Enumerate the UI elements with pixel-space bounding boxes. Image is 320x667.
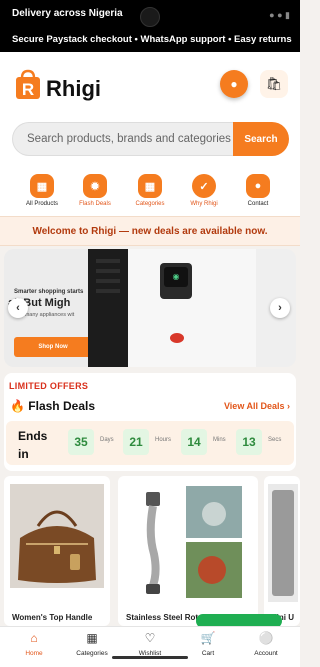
contact-icon: ● xyxy=(246,174,270,198)
delivery-text: Delivery across Nigeria xyxy=(12,8,123,19)
lightning-icon: ✹ xyxy=(83,174,107,198)
product-row: Women's Top Handle Stainless Steel Rotat… xyxy=(0,476,300,626)
nav-categories[interactable]: ▦ Categories xyxy=(62,631,122,657)
product-card[interactable]: Mini U xyxy=(264,476,300,626)
search-bar: Search products, brands and categories S… xyxy=(0,116,300,164)
bottom-navigation: ⌂ Home ▦ Categories ♡ Wishlist 🛒 Cart ⚪ … xyxy=(0,626,300,667)
faucet-extender-image xyxy=(124,484,252,602)
chevron-right-icon: › xyxy=(278,302,282,314)
nav-label: Account xyxy=(254,650,278,657)
chevron-left-icon: ‹ xyxy=(16,302,20,314)
smart-device-image: ◉ xyxy=(160,263,192,299)
quicknav-why-rhigi[interactable]: ✓ Why Rhigi xyxy=(179,174,229,207)
product-image xyxy=(268,484,298,602)
countdown-unit: Days xyxy=(100,437,114,443)
carousel-prev-button[interactable]: ‹ xyxy=(8,298,28,318)
product-card[interactable]: Women's Top Handle xyxy=(4,476,110,626)
trust-text: Secure Paystack checkout • WhatsApp supp… xyxy=(12,34,292,45)
countdown-hours: 21 xyxy=(123,429,149,455)
grid-icon: ▦ xyxy=(86,631,98,645)
quicknav-flash-deals[interactable]: ✹ Flash Deals xyxy=(70,174,120,207)
camera-cutout xyxy=(140,7,160,27)
countdown-days: 35 xyxy=(68,429,94,455)
countdown-unit: Secs xyxy=(268,437,282,443)
shopping-bag-button[interactable]: 🛍 xyxy=(260,70,288,98)
announcement-bar: Delivery across Nigeria ● ● ▮ Secure Pay… xyxy=(0,0,300,52)
account-button[interactable]: ● xyxy=(220,70,248,98)
handbag-image xyxy=(10,484,104,588)
view-all-deals-link[interactable]: View All Deals › xyxy=(224,401,290,411)
flash-deals-title: 🔥 Flash Deals xyxy=(10,399,95,413)
quicknav-all-products[interactable]: ▦ All Products xyxy=(17,174,67,207)
heart-icon: ♡ xyxy=(144,631,156,645)
home-indicator xyxy=(112,656,188,659)
search-button[interactable]: Search xyxy=(233,122,289,156)
quicknav-contact[interactable]: ● Contact xyxy=(233,174,283,207)
carousel-eyebrow: Smarter shopping starts xyxy=(14,289,84,295)
quick-nav: ▦ All Products ✹ Flash Deals ▦ Categorie… xyxy=(0,164,300,216)
shopping-bag-icon: 🛍 xyxy=(265,76,283,91)
quicknav-label: Why Rhigi xyxy=(190,201,218,207)
welcome-banner: Welcome to Rhigi — new deals are availab… xyxy=(0,216,300,246)
account-icon: ⚪ xyxy=(258,631,274,645)
quicknav-label: Contact xyxy=(247,201,269,207)
flash-deals-section: LIMITED OFFERS 🔥 Flash Deals View All De… xyxy=(4,373,296,471)
quicknav-categories[interactable]: ▦ Categories xyxy=(125,174,175,207)
hero-carousel[interactable]: Smarter shopping starts all But Migh ter… xyxy=(4,249,296,367)
product-card[interactable]: Stainless Steel Rotati xyxy=(118,476,258,626)
brand-name[interactable]: Rhigi xyxy=(46,76,101,102)
quicknav-label: Flash Deals xyxy=(79,201,111,207)
appliance-image: ◉ xyxy=(128,249,256,367)
ends-in-label: Ends in xyxy=(18,429,48,461)
shop-now-button[interactable]: Shop Now xyxy=(14,337,92,357)
nav-cart[interactable]: 🛒 Cart xyxy=(178,631,238,657)
home-icon: ⌂ xyxy=(30,631,38,645)
fire-icon: 🔥 xyxy=(10,399,25,413)
countdown-unit: Mins xyxy=(213,437,226,443)
countdown-timer: Ends in 35 Days 21 Hours 14 Mins 13 Secs xyxy=(6,421,294,465)
site-header: R Rhigi ● 🛍 xyxy=(0,52,300,116)
user-icon: ● xyxy=(230,77,238,91)
status-icons: ● ● ▮ xyxy=(269,10,290,20)
countdown-mins: 14 xyxy=(181,429,207,455)
quicknav-label: Categories xyxy=(135,201,165,207)
brand-logo-image xyxy=(170,333,184,343)
cart-icon: 🛒 xyxy=(200,631,216,645)
appliance-panel-image xyxy=(88,249,128,367)
countdown-secs: 13 xyxy=(236,429,262,455)
quicknav-label: All Products xyxy=(25,201,58,207)
product-name: Women's Top Handle xyxy=(12,613,93,622)
check-icon: ✓ xyxy=(192,174,216,198)
nav-label: Home xyxy=(25,650,43,657)
nav-wishlist[interactable]: ♡ Wishlist xyxy=(120,631,180,657)
bag-logo-icon[interactable]: R xyxy=(14,68,42,100)
flash-deals-text: Flash Deals xyxy=(28,399,95,413)
limited-offers-label: LIMITED OFFERS xyxy=(9,381,89,391)
nav-account[interactable]: ⚪ Account xyxy=(236,631,296,657)
svg-text:R: R xyxy=(22,80,34,99)
carousel-next-button[interactable]: › xyxy=(270,298,290,318)
countdown-unit: Hours xyxy=(155,437,172,443)
grid-icon: ▦ xyxy=(30,174,54,198)
categories-icon: ▦ xyxy=(138,174,162,198)
nav-home[interactable]: ⌂ Home xyxy=(4,631,64,657)
search-input[interactable]: Search products, brands and categories xyxy=(12,122,234,156)
